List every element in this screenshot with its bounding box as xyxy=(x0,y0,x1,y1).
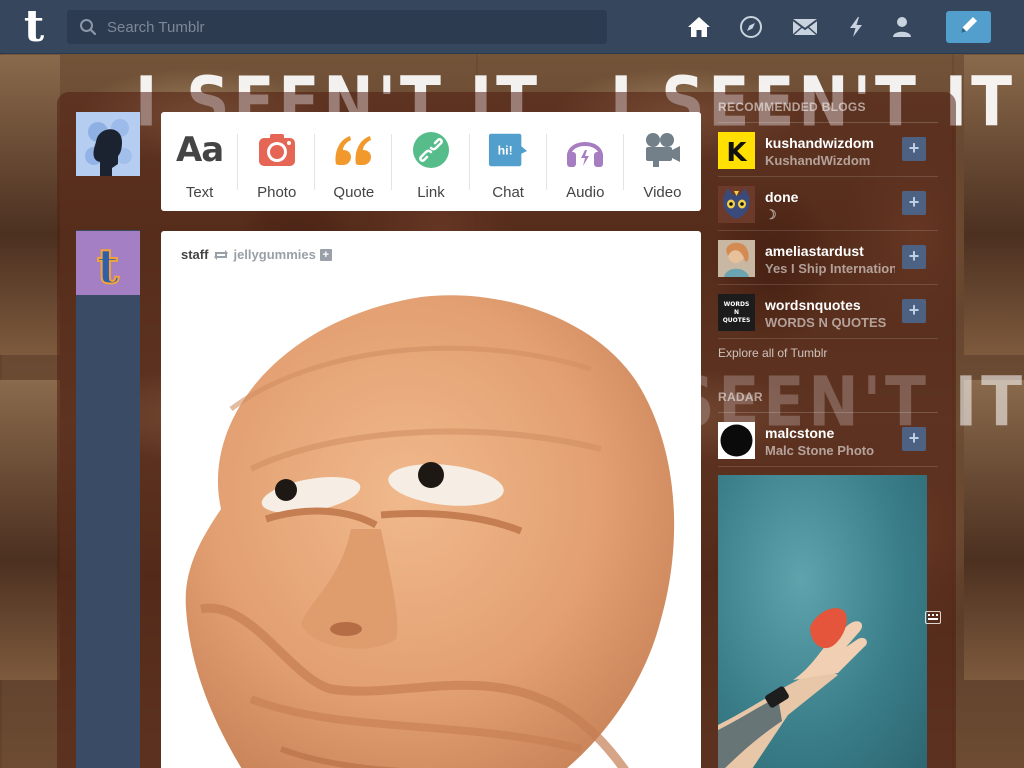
svg-text:K: K xyxy=(726,138,747,168)
headphones-icon xyxy=(565,130,605,170)
follow-plus-icon[interactable]: + xyxy=(319,248,332,261)
radar-post-image[interactable] xyxy=(718,475,927,768)
radar-blog-row[interactable]: malcstone Malc Stone Photo + xyxy=(718,413,938,467)
post-type-bar: Aa Text Photo Quote Link hi! Chat Audio xyxy=(161,112,701,211)
right-sidebar: RECOMMENDED BLOGS K kushandwizdom Kushan… xyxy=(718,100,938,768)
recommended-blogs-heading: RECOMMENDED BLOGS xyxy=(718,100,938,123)
post-type-photo[interactable]: Photo xyxy=(238,112,316,211)
post-type-label: Video xyxy=(643,184,682,201)
lightning-icon[interactable] xyxy=(843,14,869,40)
compose-button[interactable] xyxy=(946,11,991,43)
left-rail xyxy=(76,230,140,768)
search-input[interactable] xyxy=(107,18,587,36)
follow-button[interactable]: + xyxy=(902,427,926,451)
link-icon xyxy=(411,130,451,170)
user-avatar[interactable] xyxy=(76,112,140,176)
post-type-label: Photo xyxy=(257,184,297,201)
recommended-blog-row[interactable]: ameliastardust Yes I Ship International … xyxy=(718,231,938,285)
post-type-label: Quote xyxy=(333,184,375,201)
post-type-audio[interactable]: Audio xyxy=(547,112,624,211)
staff-avatar[interactable]: t xyxy=(76,231,140,296)
post-type-label: Text xyxy=(185,184,214,201)
dashboard-post: staff jellygummies + xyxy=(161,231,701,768)
blog-avatar[interactable]: K xyxy=(718,132,755,169)
blog-avatar[interactable]: WORDS N QUOTES xyxy=(718,294,755,331)
blog-title: WORDS N QUOTES xyxy=(765,315,887,330)
svg-text:hi!: hi! xyxy=(498,144,513,158)
follow-button[interactable]: + xyxy=(902,299,926,323)
svg-text:t: t xyxy=(97,239,119,295)
radar-heading: RADAR xyxy=(718,390,938,413)
blog-title: Yes I Ship International xyxy=(765,261,895,276)
recommended-blog-row[interactable]: WORDS N QUOTES wordsnquotes WORDS N QUOT… xyxy=(718,285,938,339)
recommended-blog-row[interactable]: done ☽ + xyxy=(718,177,938,231)
post-type-text[interactable]: Aa Text xyxy=(161,112,239,211)
clay-face-image[interactable] xyxy=(161,279,701,768)
follow-button[interactable]: + xyxy=(902,137,926,161)
post-header: staff jellygummies + xyxy=(181,247,332,262)
envelope-icon[interactable] xyxy=(792,14,818,40)
chat-icon: hi! xyxy=(488,130,528,170)
blog-title: KushandWizdom xyxy=(765,153,871,168)
blog-title: ☽ xyxy=(765,207,777,222)
blog-name[interactable]: kushandwizdom xyxy=(765,135,895,151)
explore-all-link[interactable]: Explore all of Tumblr xyxy=(718,346,938,360)
blog-avatar[interactable] xyxy=(718,240,755,277)
post-type-link[interactable]: Link xyxy=(392,112,470,211)
pencil-icon xyxy=(958,14,980,41)
search-icon xyxy=(79,18,97,36)
blog-name[interactable]: done xyxy=(765,189,895,205)
blog-avatar[interactable] xyxy=(718,422,755,459)
post-type-video[interactable]: Video xyxy=(624,112,701,211)
follow-button[interactable]: + xyxy=(902,245,926,269)
text-icon: Aa xyxy=(175,130,224,170)
keyboard-shortcuts-icon[interactable] xyxy=(925,611,941,624)
compass-icon[interactable] xyxy=(738,14,764,40)
post-type-quote[interactable]: Quote xyxy=(315,112,393,211)
post-type-chat[interactable]: hi! Chat xyxy=(470,112,547,211)
post-type-label: Audio xyxy=(566,184,605,201)
tumblr-logo[interactable]: t xyxy=(17,5,51,49)
blog-name[interactable]: wordsnquotes xyxy=(765,297,895,313)
camera-icon xyxy=(257,130,297,170)
post-type-label: Link xyxy=(417,184,445,201)
follow-button[interactable]: + xyxy=(902,191,926,215)
post-author-link[interactable]: staff xyxy=(181,247,208,262)
blog-name[interactable]: ameliastardust xyxy=(765,243,895,259)
post-type-label: Chat xyxy=(492,184,524,201)
blog-name[interactable]: malcstone xyxy=(765,425,895,441)
video-camera-icon xyxy=(642,130,682,170)
home-icon[interactable] xyxy=(686,14,712,40)
search-bar[interactable] xyxy=(67,10,607,44)
person-icon[interactable] xyxy=(889,14,915,40)
reblog-source-link[interactable]: jellygummies xyxy=(233,247,315,262)
reblog-icon xyxy=(213,249,229,261)
blog-title: Malc Stone Photo xyxy=(765,443,875,458)
recommended-blog-row[interactable]: K kushandwizdom KushandWizdom + xyxy=(718,123,938,177)
top-navigation-bar: t xyxy=(0,0,1024,54)
blog-avatar[interactable] xyxy=(718,186,755,223)
quote-icon xyxy=(334,130,374,170)
